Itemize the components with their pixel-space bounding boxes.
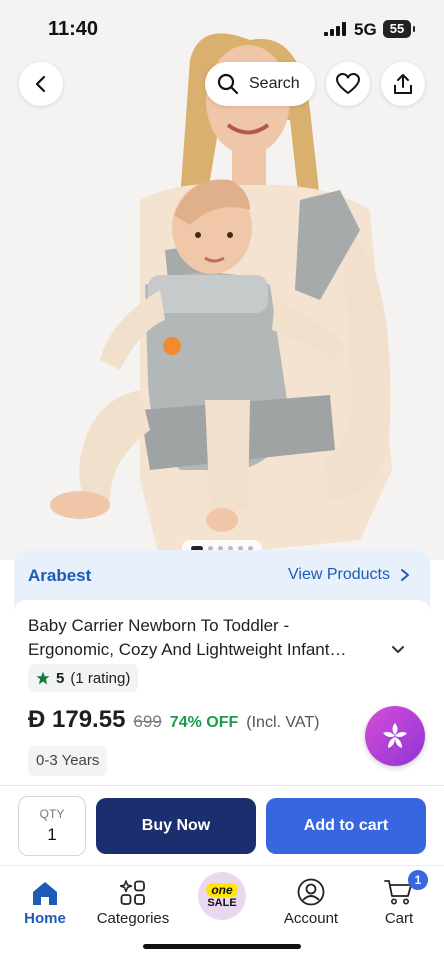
tab-home[interactable]: Home xyxy=(0,872,90,927)
view-products-label: View Products xyxy=(288,566,390,583)
product-title: Baby Carrier Newborn To Toddler - Ergono… xyxy=(28,616,347,659)
seller-name[interactable]: Arabest xyxy=(28,566,91,586)
view-products-link[interactable]: View Products xyxy=(288,566,410,584)
search-label: Search xyxy=(249,75,300,92)
share-icon xyxy=(394,74,412,94)
signal-icon xyxy=(324,22,346,36)
tab-label: Home xyxy=(24,910,66,927)
expand-title-button[interactable] xyxy=(384,636,412,664)
wishlist-button[interactable] xyxy=(326,62,370,106)
current-price: Ð 179.55 xyxy=(28,706,125,734)
buy-now-button[interactable]: Buy Now xyxy=(96,798,256,854)
star-icon xyxy=(36,671,50,685)
vat-note: (Incl. VAT) xyxy=(246,714,320,731)
search-icon xyxy=(217,73,239,95)
status-bar: 11:40 5G 55 xyxy=(0,0,444,58)
tab-cart[interactable]: 1 Cart xyxy=(354,870,444,927)
quantity-selector[interactable]: QTY 1 xyxy=(18,796,86,856)
share-button[interactable] xyxy=(381,62,425,106)
tab-one-sale[interactable]: one SALE xyxy=(177,872,267,920)
rating-score: 5 xyxy=(56,669,65,687)
chevron-left-icon xyxy=(35,75,46,93)
search-button[interactable]: Search xyxy=(205,62,315,106)
currency-symbol: Ð xyxy=(28,706,46,733)
price-value: 179.55 xyxy=(52,706,126,733)
status-time: 11:40 xyxy=(48,18,99,40)
chevron-down-icon xyxy=(392,646,404,653)
tab-label: Account xyxy=(283,910,339,927)
qty-label: QTY xyxy=(39,807,65,821)
price-row: Ð 179.55 699 74% OFF (Incl. VAT) xyxy=(28,706,319,734)
back-button[interactable] xyxy=(19,62,63,106)
variant-chip[interactable]: 0-3 Years xyxy=(28,746,108,776)
tab-label: Cart xyxy=(384,910,414,927)
home-icon xyxy=(33,882,57,905)
chevron-right-icon xyxy=(401,569,409,581)
heart-icon xyxy=(336,73,360,94)
cart-count-badge: 1 xyxy=(408,870,428,890)
old-price: 699 xyxy=(133,712,162,731)
network-type: 5G xyxy=(354,20,377,39)
sale-badge-text: SALE xyxy=(207,897,237,909)
assistant-button[interactable] xyxy=(365,706,425,766)
one-sale-icon: one SALE xyxy=(198,872,246,920)
tab-label: Categories xyxy=(96,910,170,927)
purchase-action-bar: QTY 1 Buy Now Add to cart xyxy=(0,785,444,865)
qty-value: 1 xyxy=(47,825,57,844)
categories-icon xyxy=(120,880,145,905)
assistant-icon xyxy=(383,723,407,748)
account-icon xyxy=(297,878,325,906)
rating-badge[interactable]: 5 (1 rating) xyxy=(28,664,139,692)
battery-icon: 55 xyxy=(383,20,415,38)
product-info-card: Baby Carrier Newborn To Toddler - Ergono… xyxy=(14,600,430,790)
add-to-cart-button[interactable]: Add to cart xyxy=(266,798,426,854)
home-indicator[interactable] xyxy=(143,944,301,949)
tab-categories[interactable]: Categories xyxy=(88,872,178,927)
rating-count: (1 rating) xyxy=(70,669,131,687)
discount-label: 74% OFF xyxy=(169,714,239,731)
one-badge-text: one xyxy=(206,883,238,897)
tab-account[interactable]: Account xyxy=(266,872,356,927)
